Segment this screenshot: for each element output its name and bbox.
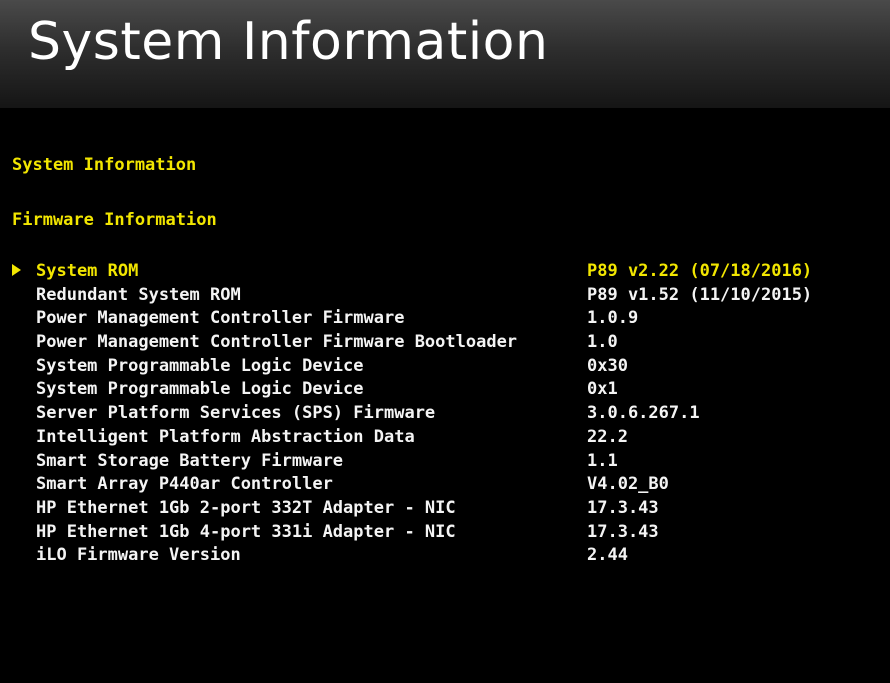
firmware-row-smart-array[interactable]: Smart Array P440ar Controller V4.02_B0 [0, 473, 890, 497]
firmware-version: P89 v2.22 (07/18/2016) [587, 261, 813, 281]
firmware-label: HP Ethernet 1Gb 2-port 332T Adapter - NI… [36, 497, 456, 518]
firmware-row-pmc-firmware[interactable]: Power Management Controller Firmware 1.0… [0, 307, 890, 331]
firmware-version: 17.3.43 [587, 497, 659, 518]
firmware-label: System ROM [36, 261, 139, 281]
firmware-version: 3.0.6.267.1 [587, 403, 700, 424]
firmware-row-ipad[interactable]: Intelligent Platform Abstraction Data 22… [0, 426, 890, 450]
firmware-version: 1.1 [587, 450, 618, 471]
firmware-row-smart-storage-battery[interactable]: Smart Storage Battery Firmware 1.1 [0, 450, 890, 474]
pointer-arrow-icon [12, 264, 21, 276]
firmware-label: Smart Storage Battery Firmware [36, 450, 344, 471]
firmware-version: 17.3.43 [587, 521, 659, 542]
title-bar: System Information [0, 0, 890, 109]
firmware-row-spld-1[interactable]: System Programmable Logic Device 0x30 [0, 355, 890, 379]
main-content: System Information Firmware Information … [0, 108, 890, 683]
firmware-label: Power Management Controller Firmware [36, 308, 405, 329]
firmware-label: Redundant System ROM [36, 284, 241, 305]
firmware-version: P89 v1.52 (11/10/2015) [587, 284, 813, 305]
firmware-version: 2.44 [587, 545, 628, 566]
firmware-version: 1.0 [587, 332, 618, 353]
firmware-row-nic-332t[interactable]: HP Ethernet 1Gb 2-port 332T Adapter - NI… [0, 497, 890, 521]
firmware-label: Intelligent Platform Abstraction Data [36, 426, 415, 447]
firmware-label: System Programmable Logic Device [36, 379, 364, 400]
firmware-version: 1.0.9 [587, 308, 639, 329]
firmware-list: System ROM P89 v2.22 (07/18/2016) Redund… [0, 260, 890, 568]
firmware-version: 0x30 [587, 355, 628, 376]
firmware-label: Server Platform Services (SPS) Firmware [36, 403, 436, 424]
firmware-version: V4.02_B0 [587, 474, 669, 495]
firmware-version: 0x1 [587, 379, 618, 400]
firmware-label: Smart Array P440ar Controller [36, 474, 333, 495]
firmware-label: HP Ethernet 1Gb 4-port 331i Adapter - NI… [36, 521, 456, 542]
firmware-label: iLO Firmware Version [36, 545, 241, 566]
firmware-row-spld-2[interactable]: System Programmable Logic Device 0x1 [0, 378, 890, 402]
firmware-row-system-rom[interactable]: System ROM P89 v2.22 (07/18/2016) [0, 260, 890, 284]
firmware-row-pmc-bootloader[interactable]: Power Management Controller Firmware Boo… [0, 331, 890, 355]
firmware-label: Power Management Controller Firmware Boo… [36, 332, 518, 353]
firmware-row-nic-331i[interactable]: HP Ethernet 1Gb 4-port 331i Adapter - NI… [0, 521, 890, 545]
firmware-row-redundant-system-rom[interactable]: Redundant System ROM P89 v1.52 (11/10/20… [0, 284, 890, 308]
firmware-row-ilo[interactable]: iLO Firmware Version 2.44 [0, 544, 890, 568]
system-information-heading: System Information [12, 155, 197, 175]
firmware-version: 22.2 [587, 426, 628, 447]
firmware-information-heading: Firmware Information [12, 210, 217, 230]
firmware-label: System Programmable Logic Device [36, 355, 364, 376]
window-title: System Information [28, 12, 549, 72]
firmware-row-sps-firmware[interactable]: Server Platform Services (SPS) Firmware … [0, 402, 890, 426]
